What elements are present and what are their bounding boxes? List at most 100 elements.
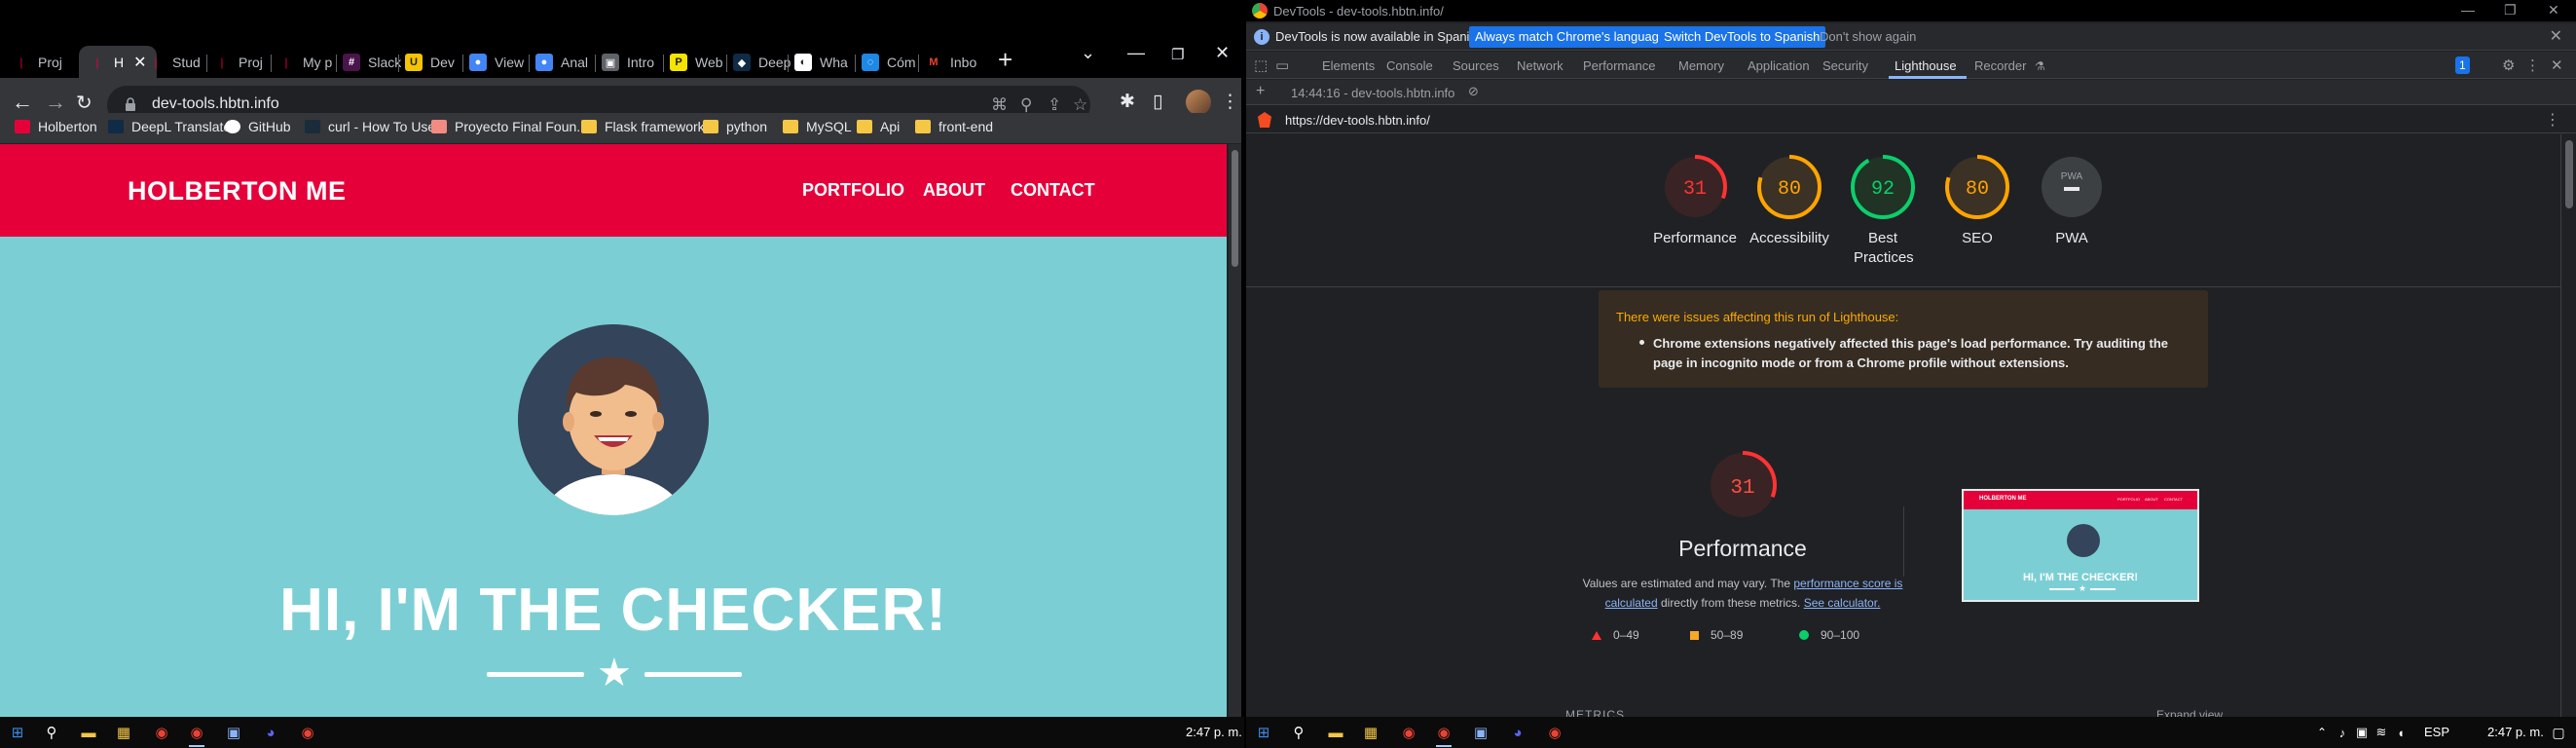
store-icon[interactable]: ▦ <box>1361 723 1380 742</box>
volume-icon[interactable]: ◖ <box>2391 723 2410 742</box>
browser-tab[interactable]: ◐ Wha <box>794 46 848 79</box>
chrome-icon[interactable]: ◉ <box>1399 723 1418 742</box>
browser-tab[interactable]: ● Anal <box>535 46 588 79</box>
close-devtools-icon[interactable]: ✕ <box>2551 56 2563 74</box>
browser-tab[interactable]: ❘ Stud <box>147 46 200 79</box>
search-icon[interactable]: ⚲ <box>1289 723 1308 742</box>
page-scrollbar[interactable] <box>1229 144 1241 717</box>
bookmark-item[interactable]: Proyecto Final Foun... <box>431 119 588 134</box>
file-explorer-icon[interactable]: ▬ <box>1326 723 1345 742</box>
minimize-button[interactable]: — <box>1127 43 1145 63</box>
bookmark-folder[interactable]: front-end <box>915 119 993 134</box>
menu-kebab-icon[interactable]: ⋮ <box>1221 91 1239 113</box>
notifications-icon[interactable]: ▢ <box>2549 723 2568 742</box>
browser-tab[interactable]: ❘ My p <box>277 46 332 79</box>
close-icon[interactable]: ✕ <box>2550 26 2562 46</box>
discord-icon[interactable]: ◕ <box>1508 723 1527 742</box>
devtools-tab-network[interactable]: Network <box>1517 58 1564 73</box>
windows-start-icon[interactable]: ⊞ <box>1254 723 1273 742</box>
bookmark-item[interactable]: Holberton <box>15 119 97 134</box>
issues-badge[interactable]: 1 <box>2455 56 2470 74</box>
devtools-tab-recorder[interactable]: Recorder <box>1974 58 2026 73</box>
wifi-icon[interactable]: ≋ <box>2372 723 2391 742</box>
discord-icon[interactable]: ◕ <box>261 723 280 742</box>
restore-button[interactable]: ❐ <box>1171 46 1184 63</box>
browser-tab[interactable]: # Slack <box>343 46 401 79</box>
report-scrollbar[interactable] <box>2560 134 2576 717</box>
nav-link-contact[interactable]: CONTACT <box>1011 180 1095 201</box>
bookmark-item[interactable]: DeepL Translate <box>108 119 231 134</box>
browser-tab[interactable]: P Web <box>670 46 723 79</box>
chrome-profile-icon[interactable]: ◉ <box>298 723 317 742</box>
back-icon[interactable]: ← <box>12 90 33 115</box>
match-language-button[interactable]: Always match Chrome's language <box>1469 26 1673 48</box>
see-calculator-link[interactable]: See calculator. <box>1804 596 1881 610</box>
camera-icon[interactable]: ▣ <box>2352 723 2372 742</box>
restore-button[interactable]: ❐ <box>2504 2 2517 19</box>
browser-tab[interactable]: ◆ Deep <box>733 46 791 79</box>
translate-icon[interactable]: ⌘ <box>991 95 1008 115</box>
dont-show-again-button[interactable]: Don't show again <box>1820 29 1916 44</box>
devtools-tab-sources[interactable]: Sources <box>1453 58 1499 73</box>
browser-tab[interactable]: ❘ H ✕ <box>79 46 157 79</box>
bookmark-item[interactable]: GitHub <box>225 119 291 134</box>
windows-start-icon[interactable]: ⊞ <box>8 723 27 742</box>
chrome-active-icon[interactable]: ◉ <box>1434 723 1454 742</box>
clock-left[interactable]: 2:47 p. m. <box>1186 725 1242 739</box>
profile-avatar[interactable] <box>1186 90 1211 115</box>
zoom-icon[interactable]: ⚲ <box>1020 95 1032 115</box>
close-window-button[interactable]: ✕ <box>1215 43 1230 63</box>
devtools-tab-memory[interactable]: Memory <box>1678 58 1724 73</box>
search-icon[interactable]: ⚲ <box>42 723 61 742</box>
chrome-profile-icon[interactable]: ◉ <box>1545 723 1564 742</box>
devtools-tab-elements[interactable]: Elements <box>1322 58 1375 73</box>
inspect-element-icon[interactable]: ⬚ <box>1254 56 1268 74</box>
expand-view-toggle[interactable]: Expand view <box>2156 708 2223 717</box>
side-panel-icon[interactable]: ▯ <box>1153 91 1162 113</box>
minimize-button[interactable]: — <box>2461 2 2475 18</box>
clear-reports-icon[interactable]: ⊘ <box>1468 84 1479 99</box>
new-report-icon[interactable]: + <box>1256 83 1265 100</box>
browser-tab[interactable]: M Inbo <box>925 46 976 79</box>
bookmark-item[interactable]: curl - How To Use <box>305 119 435 134</box>
browser-tab[interactable]: ❘ Proj <box>13 46 62 79</box>
browser-tab[interactable]: ▣ Intro <box>602 46 654 79</box>
file-explorer-icon[interactable]: ▬ <box>79 723 98 742</box>
microphone-icon[interactable]: ♪ <box>2333 723 2352 742</box>
devtools-tab-lighthouse[interactable]: Lighthouse <box>1895 58 1957 73</box>
nav-link-about[interactable]: ABOUT <box>923 180 985 201</box>
page-screenshot-thumbnail[interactable]: HOLBERTON ME PORTFOLIO ABOUT CONTACT HI,… <box>1962 489 2199 602</box>
report-menu-icon[interactable]: ⋮ <box>2545 110 2560 130</box>
devtools-tab-console[interactable]: Console <box>1386 58 1433 73</box>
new-tab-button[interactable]: + <box>998 45 1012 75</box>
browser-tab[interactable]: ❘ Proj <box>213 46 263 79</box>
forward-icon[interactable]: → <box>45 90 66 115</box>
bookmark-folder[interactable]: Api <box>857 119 900 134</box>
devtools-tab-application[interactable]: Application <box>1748 58 1810 73</box>
chrome-icon[interactable]: ◉ <box>152 723 171 742</box>
store-icon[interactable]: ▦ <box>114 723 133 742</box>
language-indicator[interactable]: ESP <box>2424 725 2449 739</box>
tab-close-icon[interactable]: ✕ <box>133 53 146 72</box>
tab-search-icon[interactable]: ⌄ <box>1081 43 1095 63</box>
switch-spanish-button[interactable]: Switch DevTools to Spanish <box>1658 26 1826 48</box>
device-toolbar-icon[interactable]: ▭ <box>1275 56 1289 74</box>
chrome-active-icon[interactable]: ◉ <box>187 723 206 742</box>
site-logo[interactable]: HOLBERTON ME <box>128 176 347 206</box>
clock-right[interactable]: 2:47 p. m. <box>2487 725 2544 739</box>
chevron-up-icon[interactable]: ⌃ <box>2312 723 2332 742</box>
bookmark-folder[interactable]: python <box>703 119 767 134</box>
share-icon[interactable]: ⇪ <box>1048 95 1061 115</box>
performance-gauge[interactable]: 31 <box>1688 450 1797 533</box>
bookmark-star-icon[interactable]: ☆ <box>1073 95 1087 115</box>
score-gauge-pwa[interactable]: PWA PWA <box>2015 153 2128 248</box>
report-selector[interactable]: 14:44:16 - dev-tools.hbtn.info <box>1291 86 1454 100</box>
bookmark-folder[interactable]: MySQL <box>783 119 852 134</box>
bookmark-folder[interactable]: Flask framework <box>581 119 705 134</box>
extensions-icon[interactable]: ✱ <box>1120 91 1135 113</box>
devtools-tab-security[interactable]: Security <box>1822 58 1868 73</box>
more-options-icon[interactable]: ⋮ <box>2525 56 2540 74</box>
browser-tab[interactable]: U Dev <box>405 46 455 79</box>
reload-icon[interactable]: ↻ <box>76 91 92 115</box>
remote-app-icon[interactable]: ▣ <box>1471 723 1490 742</box>
